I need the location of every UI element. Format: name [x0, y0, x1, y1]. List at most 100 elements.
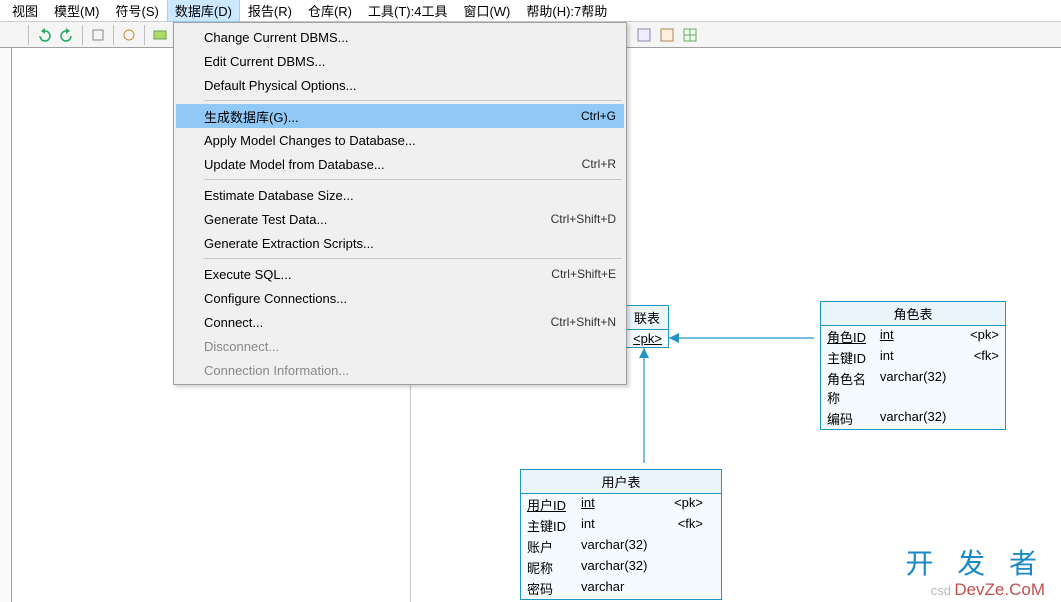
menu-item-label: Apply Model Changes to Database... — [204, 133, 616, 148]
menu-item-shortcut: Ctrl+G — [581, 109, 616, 123]
cell — [966, 369, 999, 407]
entity-row: 主键ID int <fk> — [521, 515, 721, 536]
menu-item[interactable]: Generate Extraction Scripts... — [176, 231, 624, 255]
watermark-sub: DevZe.CoM — [954, 580, 1045, 600]
menu-数据库[interactable]: 数据库(D) — [167, 0, 240, 22]
cell: <pk> — [966, 327, 999, 346]
entity-row: 编码varchar(32) — [821, 408, 1005, 429]
toolbar-separator — [144, 25, 145, 45]
cell: int — [880, 348, 960, 367]
cell: int — [880, 327, 960, 346]
menu-item-label: Edit Current DBMS... — [204, 54, 616, 69]
cell: 密码 — [527, 579, 575, 598]
menu-item[interactable]: Default Physical Options... — [176, 73, 624, 97]
menu-item[interactable]: Apply Model Changes to Database... — [176, 128, 624, 152]
relationship-arrow — [669, 328, 820, 348]
database-menu-dropdown: Change Current DBMS... Edit Current DBMS.… — [173, 22, 627, 385]
menu-separator — [204, 179, 622, 180]
menu-item-shortcut: Ctrl+R — [582, 157, 616, 171]
toolbar-btn[interactable] — [87, 24, 109, 46]
toolbar-separator — [113, 25, 114, 45]
menu-工具[interactable]: 工具(T):4工具 — [360, 0, 455, 22]
menu-item-label: Update Model from Database... — [204, 157, 582, 172]
menu-item-label: Connection Information... — [204, 363, 616, 378]
menu-item-shortcut: Ctrl+Shift+D — [551, 212, 616, 226]
menu-报告[interactable]: 报告(R) — [240, 0, 300, 22]
entity-row: 主键ID int <fk> — [821, 347, 1005, 368]
menu-item-label: Change Current DBMS... — [204, 30, 616, 45]
menu-item-label: Disconnect... — [204, 339, 616, 354]
entity-row: 密码 varchar — [521, 578, 721, 599]
menu-separator — [204, 258, 622, 259]
entity-user-table[interactable]: 用户表 用户IDint<pk>主键IDint<fk>账户varchar(32)昵… — [520, 469, 722, 600]
menu-item: Disconnect... — [176, 334, 624, 358]
menu-item[interactable]: Change Current DBMS... — [176, 25, 624, 49]
menu-item: Connection Information... — [176, 358, 624, 382]
menu-item-label: Generate Test Data... — [204, 212, 551, 227]
menu-item[interactable]: Generate Test Data...Ctrl+Shift+D — [176, 207, 624, 231]
menu-item-label: Default Physical Options... — [204, 78, 616, 93]
cell: varchar(32) — [581, 537, 663, 556]
menu-item[interactable]: Configure Connections... — [176, 286, 624, 310]
entity-title: 用户表 — [521, 470, 721, 494]
menu-item[interactable]: Connect...Ctrl+Shift+N — [176, 310, 624, 334]
toolbar-btn[interactable] — [679, 24, 701, 46]
watermark: 开 发 者 — [905, 542, 1045, 582]
cell: varchar(32) — [880, 369, 960, 407]
cell: 账户 — [527, 537, 575, 556]
menu-窗口[interactable]: 窗口(W) — [455, 0, 518, 22]
menu-符号[interactable]: 符号(S) — [108, 0, 167, 22]
cell: 角色ID — [827, 327, 874, 346]
toolbar-btn[interactable] — [656, 24, 678, 46]
entity-role-table[interactable]: 角色表 角色IDint<pk>主键IDint<fk>角色名称varchar(32… — [820, 301, 1006, 430]
toolbar-right — [633, 22, 701, 48]
cell: 昵称 — [527, 558, 575, 577]
relationship-arrow — [634, 348, 654, 469]
cell: 角色名称 — [827, 369, 874, 407]
object-browser-edge[interactable] — [0, 48, 12, 602]
menu-item[interactable]: Update Model from Database...Ctrl+R — [176, 152, 624, 176]
cell — [966, 409, 999, 428]
cell: 主键ID — [827, 348, 874, 367]
toolbar-btn[interactable] — [2, 24, 24, 46]
watermark-csdn: csd — [931, 583, 951, 598]
cell: <pk> — [669, 495, 703, 514]
toolbar-btn[interactable] — [118, 24, 140, 46]
menu-item-shortcut: Ctrl+Shift+E — [551, 267, 616, 281]
menu-item-label: Connect... — [204, 315, 551, 330]
menu-item[interactable]: Estimate Database Size... — [176, 183, 624, 207]
menu-视图[interactable]: 视图 — [4, 0, 46, 22]
toolbar-btn[interactable] — [149, 24, 171, 46]
menu-item[interactable]: Edit Current DBMS... — [176, 49, 624, 73]
toolbar-separator — [28, 25, 29, 45]
entity-row: 用户IDint<pk> — [521, 494, 721, 515]
menu-item[interactable]: 生成数据库(G)...Ctrl+G — [176, 104, 624, 128]
entity-link-table-peek[interactable]: 联表 <pk> — [625, 305, 669, 348]
toolbar-btn[interactable] — [633, 24, 655, 46]
redo-icon[interactable] — [56, 24, 78, 46]
undo-icon[interactable] — [33, 24, 55, 46]
menu-item-label: Configure Connections... — [204, 291, 616, 306]
menu-item[interactable]: Execute SQL...Ctrl+Shift+E — [176, 262, 624, 286]
entity-title: 联表 — [626, 306, 668, 330]
cell: varchar — [581, 579, 663, 598]
menu-帮助[interactable]: 帮助(H):7帮助 — [518, 0, 615, 22]
entity-row: 角色名称varchar(32) — [821, 368, 1005, 408]
cell — [669, 537, 703, 556]
menu-item-label: 生成数据库(G)... — [204, 107, 581, 126]
menu-模型[interactable]: 模型(M) — [46, 0, 108, 22]
cell — [669, 579, 703, 598]
menu-仓库[interactable]: 仓库(R) — [300, 0, 360, 22]
cell: varchar(32) — [581, 558, 663, 577]
cell: <fk> — [966, 348, 999, 367]
menubar: 视图模型(M)符号(S)数据库(D)报告(R)仓库(R)工具(T):4工具窗口(… — [0, 0, 1061, 22]
entity-row: 昵称 varchar(32) — [521, 557, 721, 578]
cell: 主键ID — [527, 516, 575, 535]
cell: varchar(32) — [880, 409, 960, 428]
cell: int — [581, 516, 663, 535]
cell: int — [581, 495, 663, 514]
menu-item-label: Execute SQL... — [204, 267, 551, 282]
toolbar-separator — [82, 25, 83, 45]
entity-title: 角色表 — [821, 302, 1005, 326]
cell: <fk> — [669, 516, 703, 535]
